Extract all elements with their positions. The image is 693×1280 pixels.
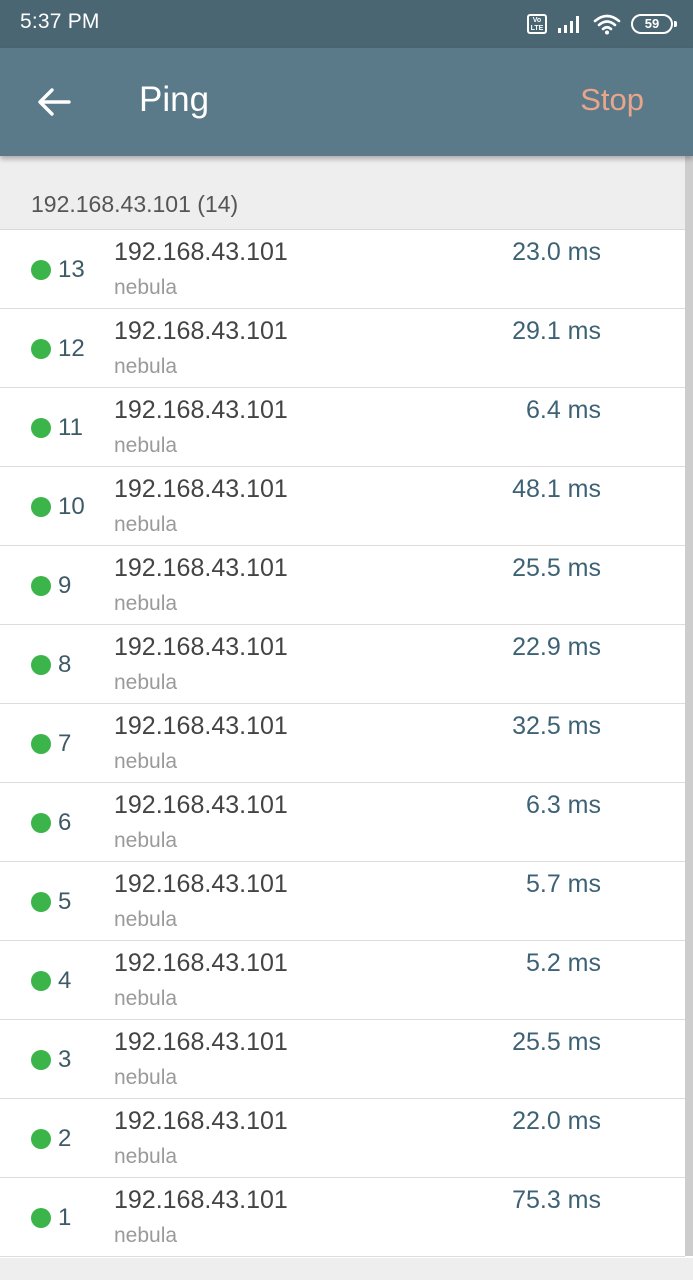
bottom-bar [0,1258,693,1280]
back-button[interactable] [26,76,82,128]
latency: 5.7 ms [525,870,601,898]
ping-row[interactable]: 10 192.168.43.101 nebula 48.1 ms [0,467,685,546]
ip-address: 192.168.43.101 [114,554,288,582]
ping-list: 13 192.168.43.101 nebula 23.0 ms 12 192.… [0,230,685,1257]
host-name: nebula [114,355,178,378]
ip-address: 192.168.43.101 [114,791,288,819]
status-dot-icon [31,813,51,833]
status-dot-icon [31,418,51,438]
sequence-number: 4 [58,967,72,994]
host-name: nebula [114,671,178,694]
ip-address: 192.168.43.101 [114,317,288,345]
status-dot-icon [31,655,51,675]
host-name: nebula [114,1145,178,1168]
ping-row[interactable]: 6 192.168.43.101 nebula 6.3 ms [0,783,685,862]
volte-icon: Vo LTE [527,14,547,34]
latency: 32.5 ms [512,712,601,740]
status-dot-icon [31,1208,51,1228]
ping-row[interactable]: 3 192.168.43.101 nebula 25.5 ms [0,1020,685,1099]
ip-address: 192.168.43.101 [114,1186,288,1214]
status-dot-icon [31,576,51,596]
battery-icon: 59 [631,14,677,34]
ping-row[interactable]: 8 192.168.43.101 nebula 22.9 ms [0,625,685,704]
sequence-number: 3 [58,1046,72,1073]
status-dot-icon [31,1050,51,1070]
ping-row[interactable]: 11 192.168.43.101 nebula 6.4 ms [0,388,685,467]
sequence-number: 10 [58,493,85,520]
ip-address: 192.168.43.101 [114,712,288,740]
latency: 22.0 ms [512,1107,601,1135]
host-name: nebula [114,829,178,852]
host-name: nebula [114,276,178,299]
sequence-number: 1 [58,1204,72,1231]
status-icons: Vo LTE 59 [527,12,677,36]
group-header: 192.168.43.101 (14) [0,156,685,230]
host-name: nebula [114,1066,178,1089]
status-dot-icon [31,892,51,912]
status-dot-icon [31,1129,51,1149]
latency: 29.1 ms [512,317,601,345]
ip-address: 192.168.43.101 [114,396,288,424]
host-name: nebula [114,987,178,1010]
latency: 6.4 ms [525,396,601,424]
ip-address: 192.168.43.101 [114,949,288,977]
sequence-number: 2 [58,1125,72,1152]
scrollbar[interactable] [685,156,693,1256]
latency: 23.0 ms [512,238,601,266]
latency: 25.5 ms [512,554,601,582]
sequence-number: 5 [58,888,72,915]
ip-address: 192.168.43.101 [114,1107,288,1135]
latency: 6.3 ms [525,791,601,819]
toolbar: Ping Stop [0,48,693,156]
ip-address: 192.168.43.101 [114,1028,288,1056]
sequence-number: 8 [58,651,72,678]
sequence-number: 9 [58,572,72,599]
status-bar: 5:37 PM Vo LTE 59 [0,0,693,48]
signal-icon [558,16,579,33]
host-name: nebula [114,434,178,457]
arrow-left-icon [38,88,71,116]
ip-address: 192.168.43.101 [114,633,288,661]
ping-row[interactable]: 4 192.168.43.101 nebula 5.2 ms [0,941,685,1020]
ping-row[interactable]: 12 192.168.43.101 nebula 29.1 ms [0,309,685,388]
group-header-label: 192.168.43.101 (14) [31,191,239,217]
page-title: Ping [139,80,210,119]
status-dot-icon [31,497,51,517]
sequence-number: 12 [58,335,85,362]
latency: 5.2 ms [525,949,601,977]
latency: 75.3 ms [512,1186,601,1214]
latency: 25.5 ms [512,1028,601,1056]
ip-address: 192.168.43.101 [114,475,288,503]
status-time: 5:37 PM [20,10,100,33]
sequence-number: 6 [58,809,72,836]
latency: 22.9 ms [512,633,601,661]
status-dot-icon [31,734,51,754]
stop-button[interactable]: Stop [580,82,644,118]
ping-row[interactable]: 7 192.168.43.101 nebula 32.5 ms [0,704,685,783]
sequence-number: 7 [58,730,72,757]
host-name: nebula [114,908,178,931]
sequence-number: 11 [58,414,83,441]
host-name: nebula [114,592,178,615]
sequence-number: 13 [58,256,85,283]
status-dot-icon [31,260,51,280]
latency: 48.1 ms [512,475,601,503]
ping-row[interactable]: 13 192.168.43.101 nebula 23.0 ms [0,230,685,309]
host-name: nebula [114,513,178,536]
ip-address: 192.168.43.101 [114,870,288,898]
ip-address: 192.168.43.101 [114,238,288,266]
status-dot-icon [31,339,51,359]
host-name: nebula [114,750,178,773]
ping-row[interactable]: 2 192.168.43.101 nebula 22.0 ms [0,1099,685,1178]
ping-row[interactable]: 9 192.168.43.101 nebula 25.5 ms [0,546,685,625]
ping-row[interactable]: 1 192.168.43.101 nebula 75.3 ms [0,1178,685,1257]
status-dot-icon [31,971,51,991]
wifi-icon [593,14,621,35]
ping-row[interactable]: 5 192.168.43.101 nebula 5.7 ms [0,862,685,941]
host-name: nebula [114,1224,178,1247]
